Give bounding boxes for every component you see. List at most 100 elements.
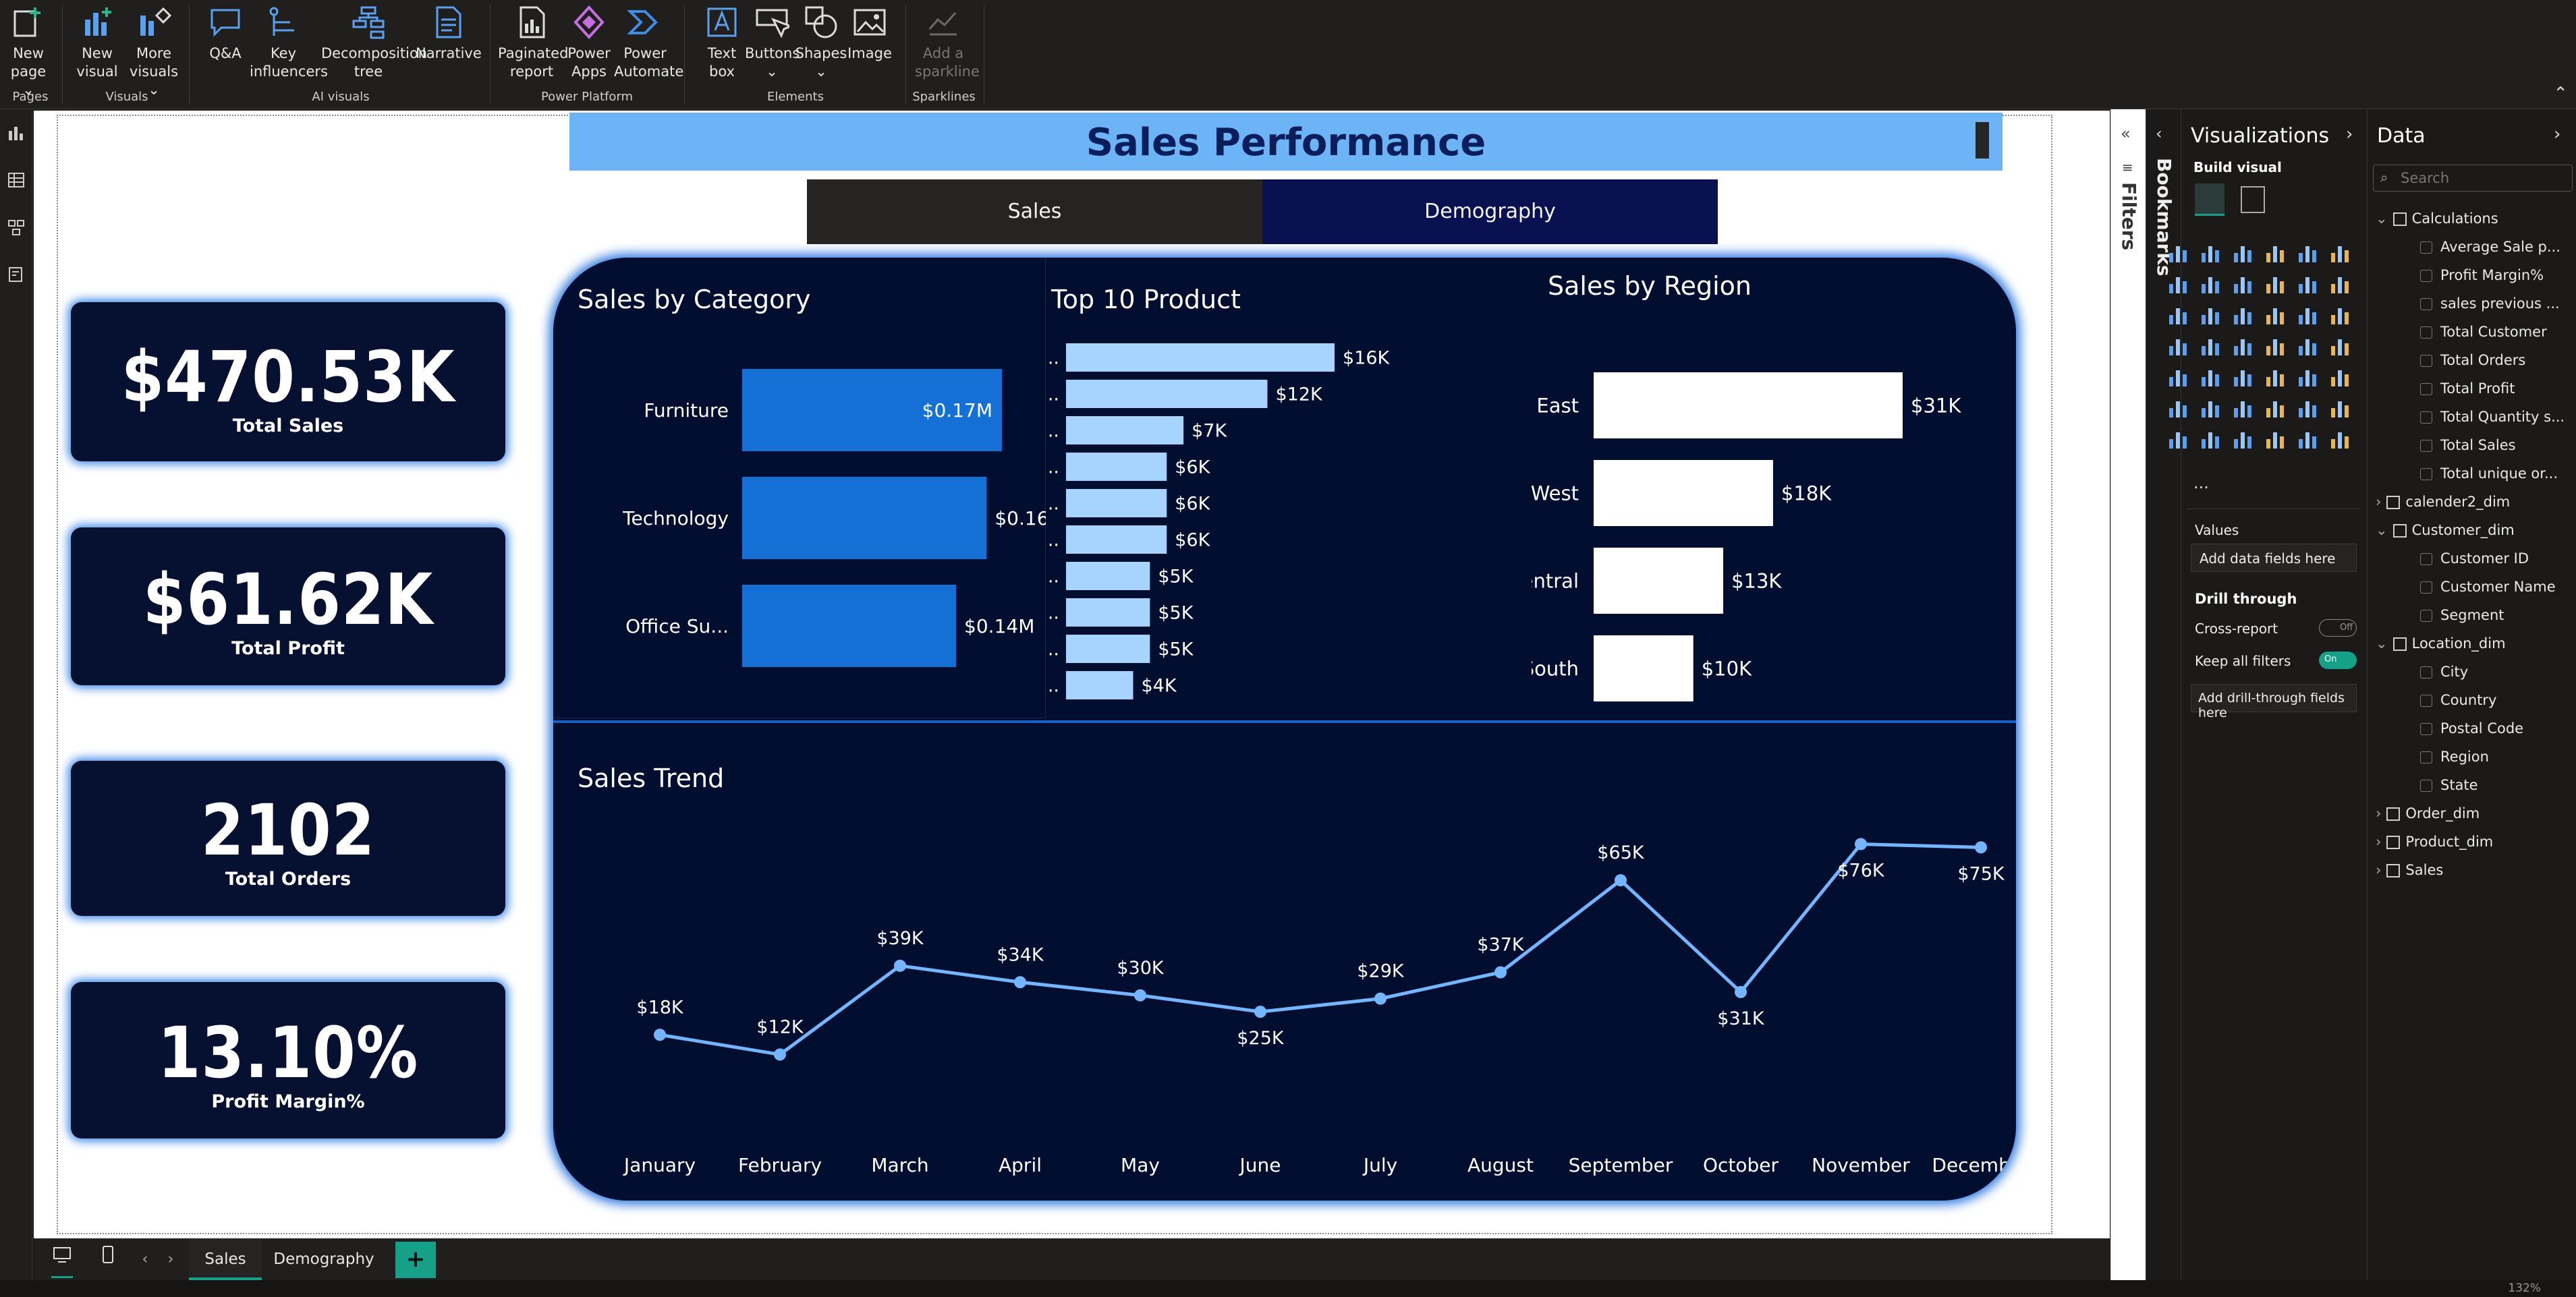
collapse-ribbon-icon[interactable]: ⌃	[2553, 84, 2568, 104]
field-checkbox[interactable]	[2420, 326, 2432, 339]
key-influencers-button[interactable]: Key influencers	[250, 3, 328, 81]
card-visual-icon[interactable]	[2327, 333, 2354, 359]
pie-visual-icon[interactable]	[2295, 301, 2322, 328]
text-box-button[interactable]: Text box	[695, 3, 749, 81]
paginated-visual-icon[interactable]	[2327, 395, 2354, 422]
custom-b-visual-icon[interactable]	[2295, 426, 2322, 453]
field-checkbox[interactable]	[2420, 241, 2432, 254]
r-visual-visual-icon[interactable]	[2327, 364, 2354, 391]
power-apps-button[interactable]: Power Apps	[565, 3, 613, 81]
stacked-column-visual-icon[interactable]	[2197, 239, 2224, 266]
python-visual-visual-icon[interactable]	[2165, 395, 2192, 422]
collapse-visualizations-icon[interactable]: ›	[2346, 124, 2353, 144]
data-field[interactable]: Postal Code	[2420, 720, 2523, 737]
decomposition-tree-visual-icon[interactable]	[2230, 395, 2257, 422]
keep-all-filters-toggle[interactable]: On	[2319, 652, 2357, 669]
field-checkbox[interactable]	[2420, 298, 2432, 310]
field-checkbox[interactable]	[2420, 723, 2432, 735]
image-button[interactable]: Image	[843, 3, 896, 63]
line-visual-icon[interactable]	[2165, 270, 2192, 297]
sales-by-category-chart[interactable]: Furniture $0.17M Technology $0.16M Office Su…	[553, 325, 1046, 716]
expand-filters-icon[interactable]: «	[2121, 124, 2131, 143]
filters-pane-collapsed[interactable]: « ≡ Filters	[2110, 109, 2146, 1297]
buttons-button[interactable]: Buttons ⌄	[745, 3, 800, 81]
new-page-button[interactable]: New page ⌄	[4, 3, 53, 99]
field-checkbox[interactable]	[2420, 553, 2432, 565]
prev-page-icon[interactable]: ‹	[135, 1239, 155, 1281]
values-field-well[interactable]: Add data fields here	[2191, 544, 2357, 572]
data-field[interactable]: Total Quantity s...	[2420, 409, 2565, 425]
page-tab-sales[interactable]: Sales	[189, 1239, 262, 1281]
paginated-report-button[interactable]: Paginated report	[498, 3, 568, 81]
data-table-2[interactable]: ⌄ Customer_dim	[2376, 522, 2515, 538]
decomposition-tree-button[interactable]: Decomposition tree	[321, 3, 427, 81]
field-checkbox[interactable]	[2420, 610, 2432, 622]
clustered-bar-visual-icon[interactable]	[2230, 239, 2257, 266]
narrative-button[interactable]: Narrative	[416, 3, 482, 63]
more-visuals-ellipsis[interactable]: ...	[2193, 473, 2209, 492]
data-field[interactable]: Country	[2420, 692, 2496, 708]
data-field[interactable]: Region	[2420, 749, 2489, 765]
field-checkbox[interactable]	[2420, 780, 2432, 792]
nav-sales-button[interactable]: Sales	[807, 179, 1262, 244]
sales-by-region-chart[interactable]: East $31K West $18K Central $13K South $10K	[1532, 312, 2016, 716]
data-table-5[interactable]: › Product_dim	[2376, 834, 2493, 850]
data-field[interactable]: Average Sale p...	[2420, 239, 2560, 255]
key-influencers-visual-icon[interactable]	[2197, 395, 2224, 422]
stacked-area-visual-icon[interactable]	[2230, 270, 2257, 297]
data-field[interactable]: City	[2420, 664, 2468, 680]
custom-c-visual-icon[interactable]	[2327, 426, 2354, 453]
data-field[interactable]: Total unique or...	[2420, 465, 2558, 482]
field-checkbox[interactable]	[2420, 411, 2432, 424]
stacked-bar-visual-icon[interactable]	[2165, 239, 2192, 266]
field-checkbox[interactable]	[2420, 440, 2432, 452]
report-view-icon[interactable]	[0, 109, 32, 156]
scatter-visual-icon[interactable]	[2165, 301, 2192, 328]
field-checkbox[interactable]	[2420, 383, 2432, 395]
data-field[interactable]: State	[2420, 777, 2478, 793]
expand-chevron-icon[interactable]: ›	[2376, 805, 2381, 822]
filled-map-visual-icon[interactable]	[2230, 333, 2257, 359]
data-table-0[interactable]: ⌄ Calculations	[2376, 210, 2498, 227]
field-checkbox[interactable]	[2420, 751, 2432, 763]
format-visual-tab-icon[interactable]	[2241, 186, 2265, 213]
model-view-icon[interactable]	[0, 204, 32, 251]
field-checkbox[interactable]	[2420, 468, 2432, 480]
nav-demography-button[interactable]: Demography	[1262, 179, 1718, 244]
cross-report-toggle[interactable]: Off	[2319, 619, 2357, 637]
data-field[interactable]: Total Orders	[2420, 352, 2525, 368]
donut-visual-icon[interactable]	[2327, 301, 2354, 328]
data-table-4[interactable]: › Order_dim	[2376, 805, 2480, 822]
qa-button[interactable]: Q&A	[201, 3, 250, 63]
data-table-6[interactable]: › Sales	[2376, 862, 2443, 878]
expand-chevron-icon[interactable]: ⌄	[2376, 210, 2388, 227]
funnel-visual-icon[interactable]	[2230, 301, 2257, 328]
field-checkbox[interactable]	[2420, 666, 2432, 679]
add-page-button[interactable]: +	[395, 1242, 436, 1278]
field-checkbox[interactable]	[2420, 270, 2432, 282]
100-column-visual-icon[interactable]	[2327, 239, 2354, 266]
data-table-1[interactable]: › calender2_dim	[2376, 494, 2510, 510]
data-field[interactable]: Segment	[2420, 607, 2504, 623]
slicer-visual-icon[interactable]	[2230, 364, 2257, 391]
expand-chevron-icon[interactable]: ›	[2376, 834, 2381, 850]
field-checkbox[interactable]	[2420, 695, 2432, 707]
azure-map-visual-icon[interactable]	[2262, 333, 2289, 359]
multi-card-visual-icon[interactable]	[2165, 364, 2192, 391]
column-line-visual-icon[interactable]	[2197, 301, 2224, 328]
data-search-box[interactable]: ⌕	[2373, 165, 2573, 192]
power-apps-visual-icon[interactable]	[2197, 426, 2224, 453]
more-visuals-button[interactable]: More visuals ⌄	[127, 3, 181, 99]
narrative-visual-icon[interactable]	[2295, 395, 2322, 422]
line-column-visual-icon[interactable]	[2327, 270, 2354, 297]
data-field[interactable]: Total Sales	[2420, 437, 2516, 453]
kpi-visual-icon[interactable]	[2197, 364, 2224, 391]
table-view-icon[interactable]	[0, 156, 32, 204]
data-field[interactable]: sales previous ...	[2420, 295, 2560, 312]
shapes-button[interactable]: Shapes ⌄	[795, 3, 847, 81]
custom-a-visual-icon[interactable]	[2262, 426, 2289, 453]
expand-chevron-icon[interactable]: ⌄	[2376, 522, 2388, 538]
waterfall-visual-icon[interactable]	[2295, 270, 2322, 297]
data-field[interactable]: Customer Name	[2420, 579, 2556, 595]
collapse-data-pane-icon[interactable]: ›	[2554, 124, 2560, 144]
